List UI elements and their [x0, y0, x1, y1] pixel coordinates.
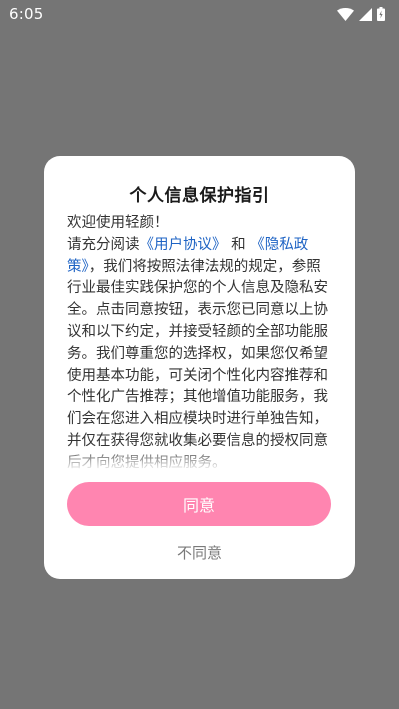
- dialog-title: 个人信息保护指引: [129, 186, 270, 206]
- body-main: ，我们将按照法律法规的规定，参照行业最佳实践保护您的个人信息及隐私安全。点击同意…: [67, 258, 328, 469]
- battery-icon: [377, 7, 385, 21]
- agree-button[interactable]: 同意: [67, 482, 331, 526]
- status-icons: [337, 7, 385, 21]
- status-bar: 6:05: [0, 0, 399, 28]
- privacy-dialog: 个人信息保护指引 欢迎使用轻颜！ 请充分阅读《用户协议》 和 《隐私政策》，我们…: [44, 156, 355, 579]
- status-time: 6:05: [9, 5, 44, 23]
- user-agreement-link[interactable]: 《用户协议》: [140, 237, 227, 253]
- dialog-body: 欢迎使用轻颜！ 请充分阅读《用户协议》 和 《隐私政策》，我们将按照法律法规的规…: [67, 213, 333, 469]
- wifi-icon: [337, 7, 354, 21]
- disagree-button[interactable]: 不同意: [44, 540, 355, 564]
- screen: 6:05 个人信息保护指引 欢迎使用轻颜！ 请充分阅读《用户协议》 和 《隐私政…: [0, 0, 399, 709]
- signal-icon: [359, 7, 372, 21]
- and-text: 和: [226, 236, 251, 253]
- welcome-text: 欢迎使用轻颜！: [67, 215, 169, 231]
- body-prefix: 请充分阅读: [67, 236, 140, 253]
